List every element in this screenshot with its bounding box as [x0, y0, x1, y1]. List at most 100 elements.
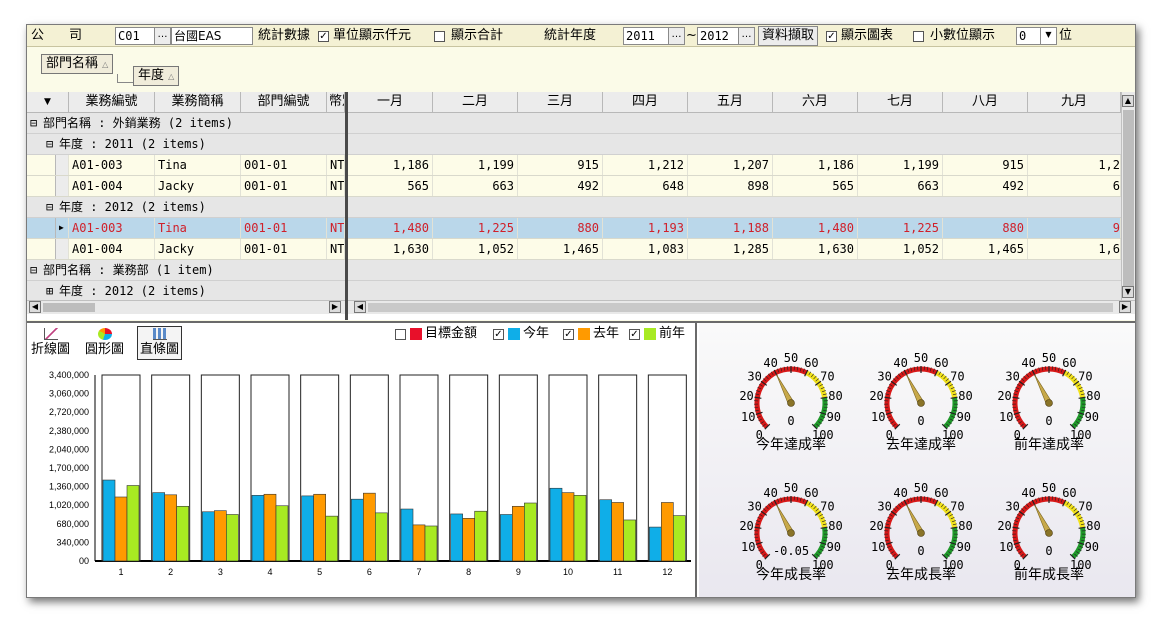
scroll-up-icon[interactable]: ▲: [1122, 95, 1134, 107]
cell-month-value[interactable]: 6: [1028, 176, 1121, 196]
cell-month-value[interactable]: 565: [348, 176, 433, 196]
cell-month-value[interactable]: 898: [688, 176, 773, 196]
cell-month-value[interactable]: 1,186: [348, 155, 433, 175]
group-row[interactable]: ⊟ 部門名稱 : 外銷業務 (2 items): [27, 113, 1121, 134]
cell-month-value[interactable]: 1,052: [433, 239, 518, 259]
show-chart-checkbox[interactable]: ✓: [826, 31, 837, 42]
cell-cur[interactable]: NT: [327, 239, 345, 259]
cell-month-value[interactable]: 1,465: [943, 239, 1028, 259]
group-row[interactable]: ⊟ 年度 : 2011 (2 items): [27, 134, 1121, 155]
cell-month-value[interactable]: 1,630: [348, 239, 433, 259]
cell-code[interactable]: A01-003: [69, 218, 155, 238]
cell-month-value[interactable]: 1,207: [688, 155, 773, 175]
cell-month-value[interactable]: 1,052: [858, 239, 943, 259]
cell-month-value[interactable]: 663: [433, 176, 518, 196]
legend-toggle-checkbox[interactable]: ✓: [629, 329, 640, 340]
company-code-input[interactable]: C01: [115, 27, 155, 45]
table-row[interactable]: A01-003 Tina 001-01 NT 1,186 1,199 915 1,212 1,2…: [27, 155, 1121, 176]
legend-toggle-checkbox[interactable]: ✓: [563, 329, 574, 340]
frozen-column-splitter[interactable]: [345, 92, 348, 320]
cell-name[interactable]: Tina: [155, 155, 241, 175]
cell-month-value[interactable]: 9: [1028, 218, 1121, 238]
cell-month-value[interactable]: 1,630: [773, 239, 858, 259]
chart-tab-1[interactable]: 圓形圖: [85, 327, 124, 357]
cell-month-value[interactable]: 1,199: [433, 155, 518, 175]
scroll-thumb[interactable]: [1123, 110, 1134, 288]
legend-toggle-checkbox[interactable]: ✓: [493, 329, 504, 340]
show-total-checkbox[interactable]: [434, 31, 445, 42]
cell-month-value[interactable]: 565: [773, 176, 858, 196]
cell-month-value[interactable]: 648: [603, 176, 688, 196]
cell-month-value[interactable]: 1,480: [348, 218, 433, 238]
cell-month-value[interactable]: 1,2: [1028, 155, 1121, 175]
table-row[interactable]: ▶ A01-003 Tina 001-01 NT 1,480 1,225 880 1,193 1,…: [27, 218, 1121, 239]
cell-dept[interactable]: 001-01: [241, 218, 327, 238]
cell-month-value[interactable]: 880: [943, 218, 1028, 238]
cell-month-value[interactable]: 492: [518, 176, 603, 196]
cell-month-value[interactable]: 1,465: [518, 239, 603, 259]
horizontal-scrollbar-right[interactable]: ◀ ▶: [348, 300, 1135, 314]
cell-month-value[interactable]: 1,285: [688, 239, 773, 259]
scroll-down-icon[interactable]: ▼: [1122, 286, 1134, 298]
row-indicator[interactable]: [55, 239, 69, 259]
cell-month-value[interactable]: 1,193: [603, 218, 688, 238]
scroll-thumb[interactable]: [43, 303, 95, 312]
decimal-dropdown-arrow-icon[interactable]: ▼: [1040, 27, 1057, 45]
cell-dept[interactable]: 001-01: [241, 155, 327, 175]
cell-month-value[interactable]: 1,212: [603, 155, 688, 175]
cell-month-value[interactable]: 1,186: [773, 155, 858, 175]
horizontal-scrollbar-left[interactable]: ◀ ▶: [27, 300, 345, 314]
cell-code[interactable]: A01-003: [69, 155, 155, 175]
group-chip-year[interactable]: 年度 △: [133, 66, 180, 86]
year-to-input[interactable]: 2012: [697, 27, 739, 45]
cell-month-value[interactable]: 1,083: [603, 239, 688, 259]
collapse-icon[interactable]: ⊟: [27, 113, 41, 133]
group-row[interactable]: ⊞ 年度 : 2012 (2 items): [27, 281, 1121, 300]
row-indicator[interactable]: [55, 176, 69, 196]
cell-month-value[interactable]: 1,199: [858, 155, 943, 175]
cell-cur[interactable]: NT: [327, 155, 345, 175]
cell-name[interactable]: Jacky: [155, 176, 241, 196]
cell-month-value[interactable]: 1,6: [1028, 239, 1121, 259]
row-indicator[interactable]: [55, 155, 69, 175]
year-from-input[interactable]: 2011: [623, 27, 669, 45]
decimal-checkbox[interactable]: [913, 31, 924, 42]
group-chip-department[interactable]: 部門名稱 △: [41, 54, 114, 74]
scroll-right-icon[interactable]: ▶: [329, 301, 341, 313]
company-lookup-button[interactable]: …: [154, 27, 171, 45]
scroll-left-icon[interactable]: ◀: [354, 301, 366, 313]
group-row[interactable]: ⊟ 年度 : 2012 (2 items): [27, 197, 1121, 218]
scroll-right-icon[interactable]: ▶: [1119, 301, 1131, 313]
cell-cur[interactable]: NT: [327, 176, 345, 196]
cell-month-value[interactable]: 1,480: [773, 218, 858, 238]
collapse-icon[interactable]: ⊟: [27, 260, 41, 280]
group-row[interactable]: ⊟ 部門名稱 : 業務部 (1 item): [27, 260, 1121, 281]
cell-month-value[interactable]: 880: [518, 218, 603, 238]
cell-dept[interactable]: 001-01: [241, 176, 327, 196]
cell-code[interactable]: A01-004: [69, 239, 155, 259]
decimal-select[interactable]: 0: [1016, 27, 1042, 45]
collapse-icon[interactable]: ⊟: [43, 197, 57, 217]
legend-toggle-checkbox[interactable]: [395, 329, 406, 340]
table-row[interactable]: A01-004 Jacky 001-01 NT 1,630 1,052 1,465 1,083…: [27, 239, 1121, 260]
vertical-scrollbar[interactable]: ▲ ▼: [1121, 92, 1135, 300]
scroll-thumb[interactable]: [368, 303, 1113, 312]
year-to-lookup-button[interactable]: …: [738, 27, 755, 45]
row-indicator-icon[interactable]: ▶: [55, 218, 69, 238]
collapse-icon[interactable]: ⊟: [43, 134, 57, 154]
cell-month-value[interactable]: 492: [943, 176, 1028, 196]
cell-name[interactable]: Jacky: [155, 239, 241, 259]
expand-icon[interactable]: ⊞: [43, 281, 57, 300]
cell-cur[interactable]: NT: [327, 218, 345, 238]
chart-tab-0[interactable]: 折線圖: [31, 327, 70, 357]
unit-checkbox[interactable]: ✓: [318, 31, 329, 42]
cell-code[interactable]: A01-004: [69, 176, 155, 196]
cell-month-value[interactable]: 915: [518, 155, 603, 175]
cell-month-value[interactable]: 1,225: [433, 218, 518, 238]
fetch-data-button[interactable]: 資料擷取: [758, 26, 819, 46]
year-from-lookup-button[interactable]: …: [668, 27, 685, 45]
cell-dept[interactable]: 001-01: [241, 239, 327, 259]
cell-month-value[interactable]: 1,225: [858, 218, 943, 238]
cell-month-value[interactable]: 915: [943, 155, 1028, 175]
cell-name[interactable]: Tina: [155, 218, 241, 238]
